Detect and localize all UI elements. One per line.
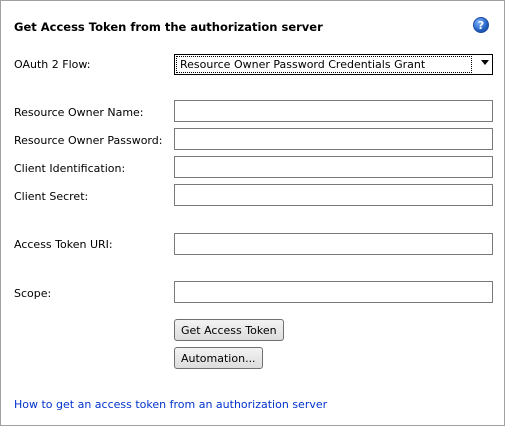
resource-owner-password-label: Resource Owner Password:	[14, 134, 163, 147]
client-secret-label: Client Secret:	[14, 190, 89, 203]
resource-owner-name-label: Resource Owner Name:	[14, 106, 144, 119]
help-link[interactable]: How to get an access token from an autho…	[14, 398, 327, 411]
help-icon[interactable]: ?	[473, 17, 489, 33]
oauth-flow-select[interactable]: Resource Owner Password Credentials Gran…	[174, 54, 493, 75]
panel-title: Get Access Token from the authorization …	[14, 20, 323, 34]
client-identification-input[interactable]	[174, 156, 493, 178]
scope-label: Scope:	[14, 287, 52, 300]
automation-button[interactable]: Automation...	[174, 347, 263, 369]
client-identification-label: Client Identification:	[14, 162, 126, 175]
client-secret-input[interactable]	[174, 184, 493, 206]
resource-owner-password-input[interactable]	[174, 128, 493, 150]
oauth-flow-label: OAuth 2 Flow:	[14, 58, 91, 71]
scope-input[interactable]	[174, 281, 493, 303]
access-token-uri-input[interactable]	[174, 233, 493, 255]
get-access-token-button[interactable]: Get Access Token	[174, 319, 284, 341]
chevron-down-icon[interactable]	[481, 60, 489, 65]
oauth-flow-selected-value: Resource Owner Password Credentials Gran…	[176, 56, 472, 73]
oauth-token-panel: Get Access Token from the authorization …	[0, 0, 505, 426]
access-token-uri-label: Access Token URI:	[14, 238, 113, 251]
resource-owner-name-input[interactable]	[174, 100, 493, 122]
